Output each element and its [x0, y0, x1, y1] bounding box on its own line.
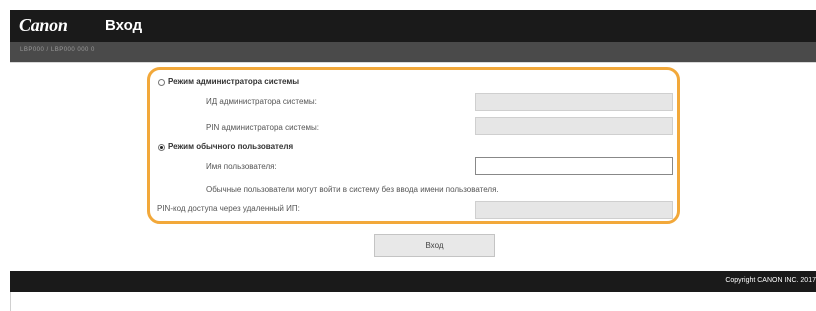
- username-label: Имя пользователя:: [206, 162, 277, 171]
- page-title: Вход: [105, 17, 143, 34]
- footer-bar: Copyright CANON INC. 2017: [10, 271, 816, 292]
- canon-logo: Canon: [19, 15, 68, 35]
- username-input[interactable]: [475, 157, 673, 175]
- device-name: LBP000 / LBP000 000 0: [20, 47, 95, 53]
- user-mode-hint: Обычные пользователи могут войти в систе…: [206, 185, 499, 194]
- remote-pin-input[interactable]: [475, 201, 673, 219]
- device-info-bar: LBP000 / LBP000 000 0: [10, 42, 816, 62]
- remote-ui-login-page: Canon Вход LBP000 / LBP000 000 0 Режим а…: [0, 0, 816, 311]
- content-divider: [10, 62, 816, 63]
- user-mode-radio[interactable]: [158, 144, 165, 151]
- copyright-text: Copyright CANON INC. 2017: [725, 277, 816, 284]
- login-panel: Режим администратора системы ИД админист…: [147, 67, 680, 224]
- admin-id-input[interactable]: [475, 93, 673, 111]
- page-edge-line: [10, 292, 11, 311]
- remote-pin-label: PIN-код доступа через удаленный ИП:: [157, 204, 300, 213]
- admin-pin-input[interactable]: [475, 117, 673, 135]
- user-mode-label[interactable]: Режим обычного пользователя: [168, 142, 293, 151]
- admin-mode-radio[interactable]: [158, 79, 165, 86]
- admin-mode-label[interactable]: Режим администратора системы: [168, 77, 299, 86]
- header-bar: Canon Вход: [10, 10, 816, 42]
- admin-pin-label: PIN администратора системы:: [206, 123, 320, 132]
- login-button[interactable]: Вход: [374, 234, 495, 257]
- admin-id-label: ИД администратора системы:: [206, 97, 317, 106]
